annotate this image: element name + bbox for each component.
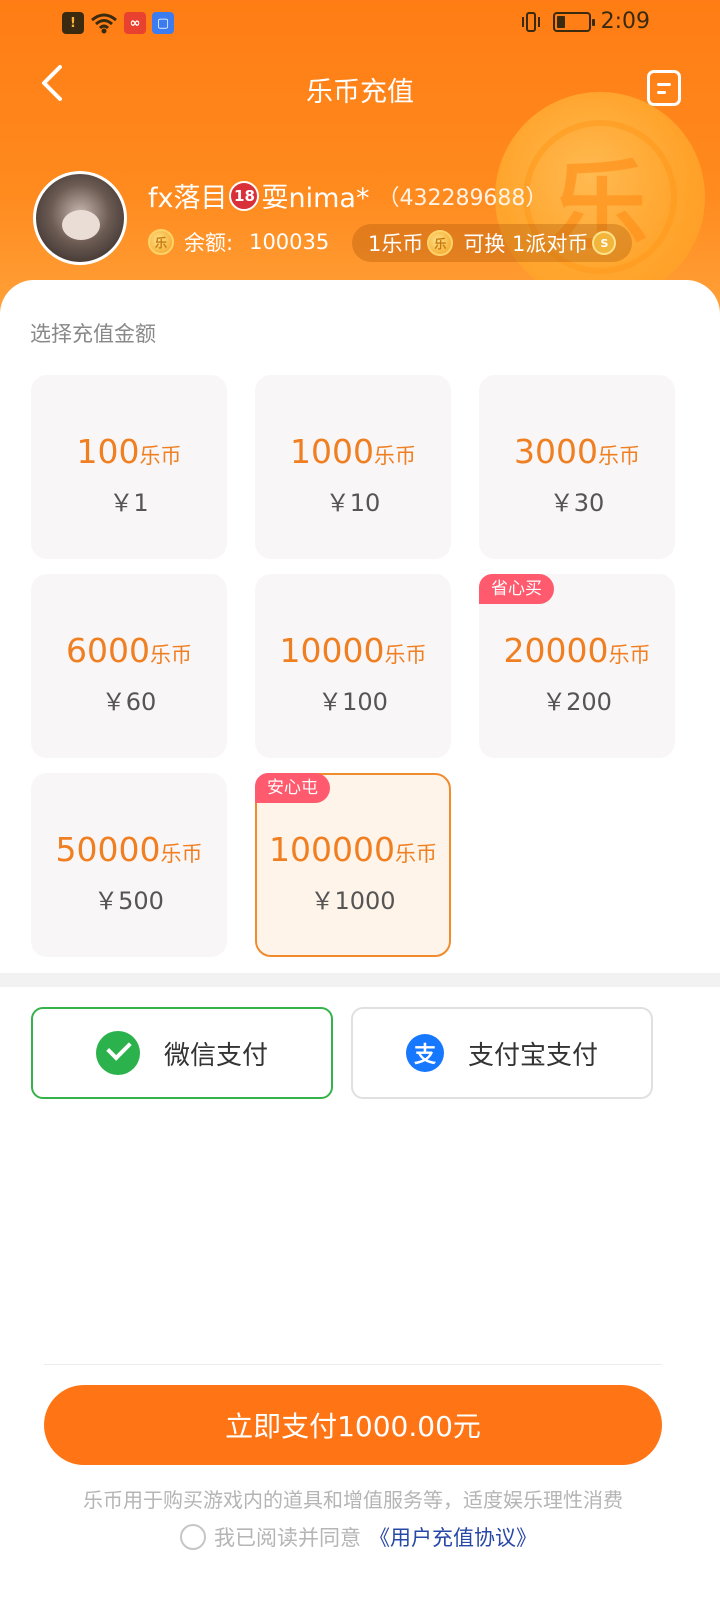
nav-bar: 乐币充值 — [0, 55, 720, 125]
bottom-divider — [44, 1364, 662, 1365]
package-amount-number: 50000 — [55, 830, 161, 869]
package-amount-number: 3000 — [514, 432, 598, 471]
pay-now-button[interactable]: 立即支付1000.00元 — [44, 1385, 662, 1465]
package-amount-number: 100 — [76, 432, 140, 471]
package-amount-unit: 乐币 — [149, 643, 192, 667]
package-tag: 安心屯 — [255, 773, 330, 803]
package-price: ￥60 — [101, 688, 157, 716]
package-card[interactable]: 1000乐币 ￥10 — [255, 375, 451, 559]
package-amount-number: 6000 — [66, 631, 150, 670]
age-18-badge-icon: 18 — [229, 180, 260, 211]
agreement-text: 我已阅读并同意 — [214, 1526, 361, 1550]
balance-label: 余额: — [184, 231, 234, 255]
alert-icon: ! — [62, 12, 84, 34]
package-amount: 50000乐币 — [33, 830, 225, 869]
disclaimer-text: 乐币用于购买游戏内的道具和增值服务等，适度娱乐理性消费 — [83, 1488, 623, 1512]
alipay-label: 支付宝支付 — [467, 1040, 598, 1071]
package-amount-number: 20000 — [503, 631, 609, 670]
package-amount-unit: 乐币 — [394, 842, 437, 866]
user-name-part2: 耍nima* — [261, 183, 370, 214]
package-card[interactable]: 50000乐币 ￥500 — [31, 773, 227, 957]
package-amount-unit: 乐币 — [373, 444, 416, 468]
package-amount-unit: 乐币 — [160, 842, 203, 866]
package-amount: 1000乐币 — [257, 432, 449, 471]
status-time: 2:09 — [600, 9, 650, 34]
package-card[interactable]: 3000乐币 ￥30 — [479, 375, 675, 559]
le-coin-icon: 乐 — [148, 229, 174, 255]
vibrate-icon — [521, 11, 540, 32]
package-amount-number: 100000 — [269, 830, 395, 869]
package-amount-unit: 乐币 — [597, 444, 640, 468]
package-tag: 省心买 — [479, 574, 554, 604]
package-amount: 10000乐币 — [257, 631, 449, 670]
app-icon: ∞ — [124, 12, 146, 34]
balance-value: 100035 — [249, 230, 330, 254]
user-name-part1: fx落目 — [148, 183, 228, 214]
package-price: ￥30 — [549, 489, 605, 517]
rate-text-2: 可换 1派对币 — [463, 232, 589, 256]
package-amount: 100乐币 — [33, 432, 225, 471]
package-amount-number: 1000 — [290, 432, 374, 471]
wechat-pay-label: 微信支付 — [163, 1040, 268, 1071]
package-card[interactable]: 10000乐币 ￥100 — [255, 574, 451, 758]
package-card[interactable]: 100乐币 ￥1 — [31, 375, 227, 559]
alipay-icon: 支 — [405, 1034, 444, 1072]
package-card[interactable]: 安心屯 100000乐币 ￥1000 — [255, 773, 451, 957]
status-icons-left: ! ∞ ▢ — [62, 12, 174, 34]
avatar[interactable] — [33, 171, 127, 265]
package-price: ￥1 — [109, 489, 149, 517]
package-price: ￥10 — [325, 489, 381, 517]
package-price: ￥500 — [94, 887, 164, 915]
party-coin-icon: S — [592, 231, 617, 255]
package-price: ￥100 — [318, 688, 388, 716]
page-title: 乐币充值 — [306, 77, 414, 108]
balance-row: 乐 余额: 100035 — [148, 227, 329, 257]
status-icons-right: 2:09 — [519, 9, 650, 34]
wechat-icon — [95, 1031, 140, 1075]
package-amount: 6000乐币 — [33, 631, 225, 670]
agreement-row: 我已阅读并同意 《用户充值协议》 — [180, 1522, 537, 1552]
avatar-face — [62, 210, 100, 240]
wechat-pay-option[interactable]: 微信支付 — [31, 1007, 333, 1099]
package-amount-unit: 乐币 — [139, 444, 182, 468]
package-amount: 100000乐币 — [257, 830, 449, 869]
le-coin-icon: 乐 — [427, 230, 454, 256]
status-bar: ! ∞ ▢ 2:09 — [0, 0, 720, 48]
package-amount-number: 10000 — [279, 631, 385, 670]
package-amount: 3000乐币 — [481, 432, 673, 471]
app-store-icon: ▢ — [152, 12, 174, 34]
header-banner: 乐 — [0, 0, 720, 320]
user-name: fx落目 18 耍nima* （432289688） — [148, 176, 547, 215]
section-label: 选择充值金额 — [30, 322, 156, 346]
record-list-button[interactable] — [647, 70, 681, 106]
battery-icon — [552, 11, 595, 32]
wifi-icon — [91, 13, 117, 34]
package-amount-unit: 乐币 — [608, 643, 651, 667]
agreement-link[interactable]: 《用户充值协议》 — [369, 1522, 537, 1552]
alipay-option[interactable]: 支 支付宝支付 — [351, 1007, 653, 1099]
package-price: ￥200 — [542, 688, 612, 716]
package-price: ￥1000 — [310, 887, 396, 915]
agree-radio[interactable] — [180, 1524, 206, 1550]
package-card[interactable]: 省心买 20000乐币 ￥200 — [479, 574, 675, 758]
rate-text-1: 1乐币 — [368, 232, 424, 256]
package-amount-unit: 乐币 — [384, 643, 427, 667]
package-card[interactable]: 6000乐币 ￥60 — [31, 574, 227, 758]
exchange-rate-pill: 1乐币 乐 可换 1派对币 S — [352, 224, 633, 262]
package-amount: 20000乐币 — [481, 631, 673, 670]
user-id: （432289688） — [377, 185, 548, 211]
section-divider — [0, 973, 720, 987]
